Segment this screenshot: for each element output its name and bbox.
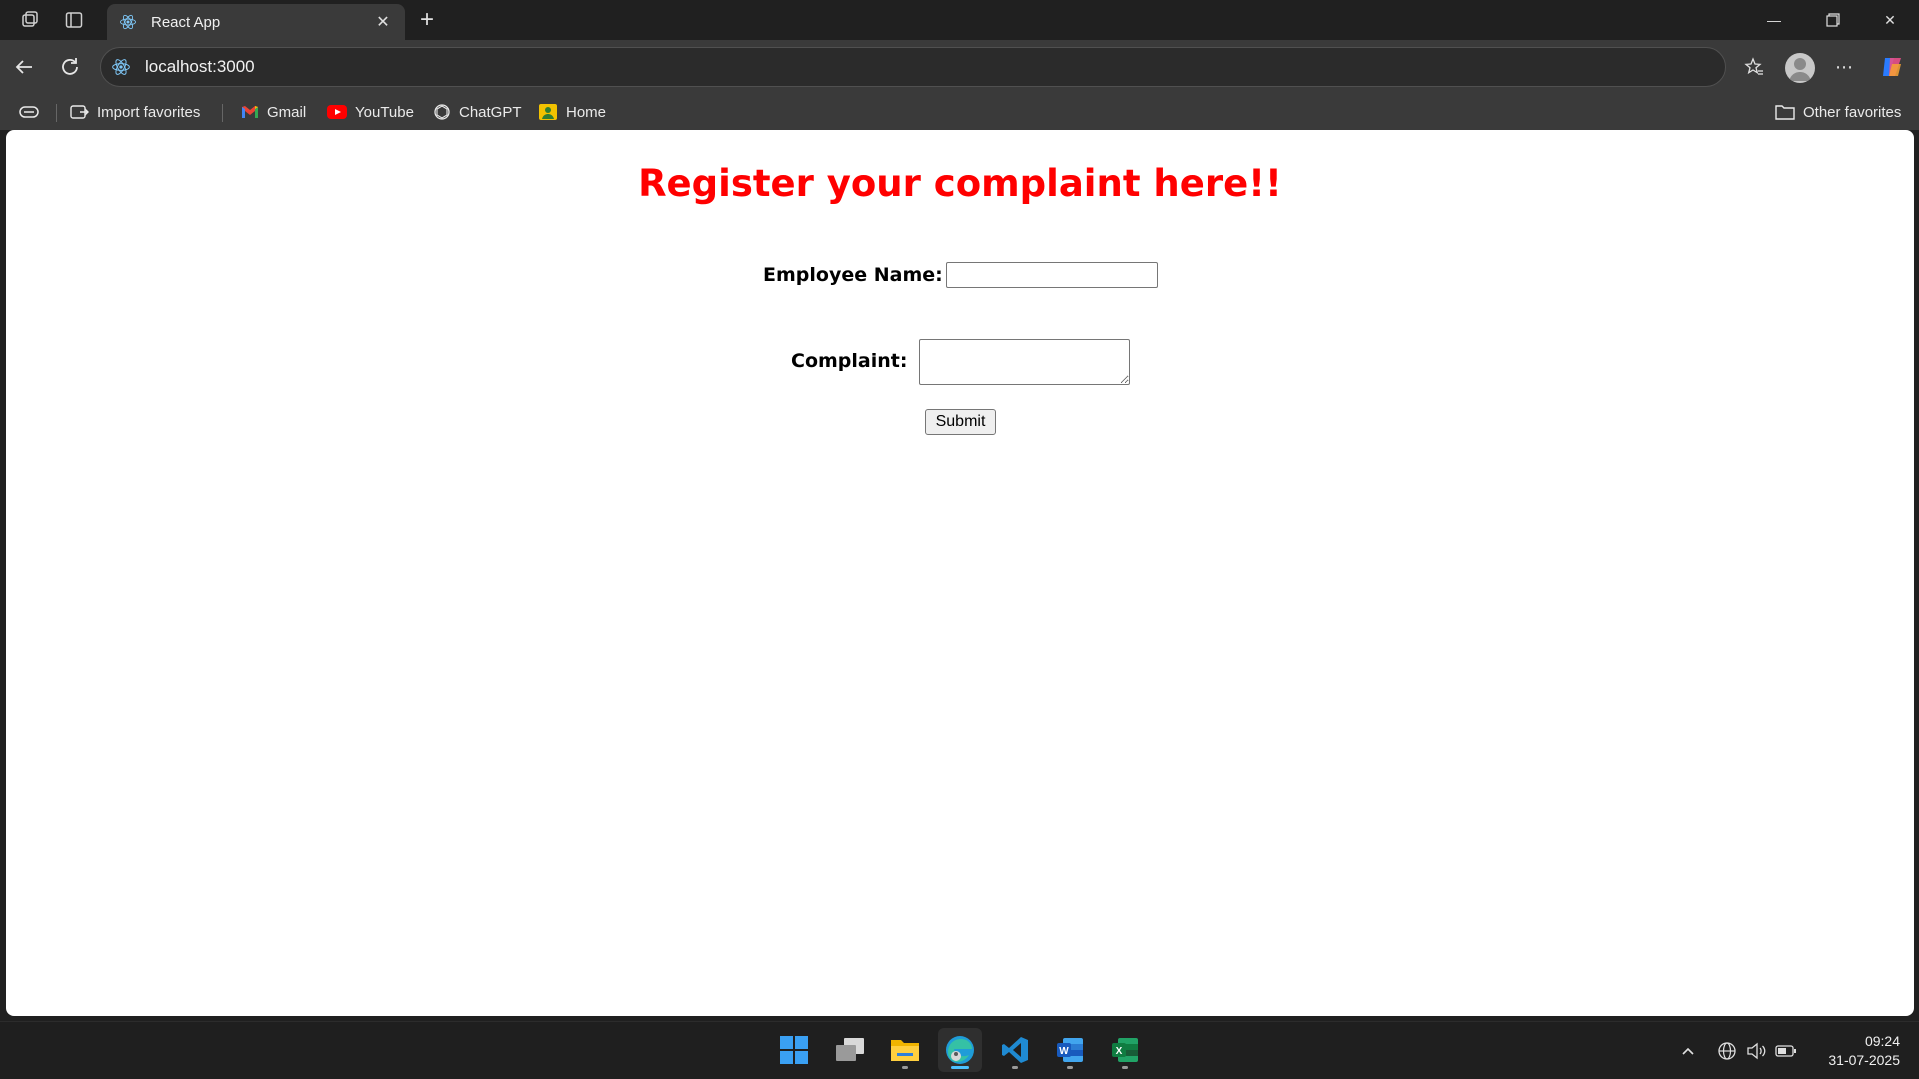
word-button[interactable]: W (1048, 1028, 1092, 1072)
favorite-chatgpt[interactable]: ChatGPT (433, 100, 522, 124)
complaint-textarea[interactable] (919, 339, 1130, 385)
favorite-label: ChatGPT (459, 103, 522, 121)
favorites-separator (56, 104, 57, 122)
clock-date: 31-07-2025 (1828, 1052, 1900, 1068)
profile-avatar[interactable] (1785, 53, 1815, 83)
vscode-button[interactable] (993, 1028, 1037, 1072)
close-window-button[interactable]: ✕ (1861, 0, 1919, 40)
battery-icon[interactable] (1775, 1040, 1797, 1062)
back-button[interactable] (8, 52, 40, 82)
favorite-label: Gmail (267, 103, 307, 121)
excel-button[interactable]: X (1103, 1028, 1147, 1072)
page-viewport: Register your complaint here!! Employee … (6, 130, 1914, 1016)
tab-react-app[interactable]: React App ✕ (107, 4, 405, 40)
favorite-label: Home (566, 103, 607, 121)
show-hidden-icons-chevron-up-icon[interactable] (1677, 1040, 1699, 1062)
active-indicator (951, 1066, 969, 1069)
employee-name-label: Employee Name: (763, 264, 943, 286)
edge-icon (946, 1036, 974, 1064)
more-options-icon[interactable]: ⋯ (1828, 52, 1860, 82)
submit-button[interactable]: Submit (925, 409, 996, 435)
favorite-home[interactable]: Home (538, 100, 606, 124)
site-info-icon[interactable] (111, 57, 131, 77)
svg-text:X: X (1116, 1046, 1123, 1057)
word-icon: W (1057, 1038, 1083, 1062)
edge-button[interactable] (938, 1028, 982, 1072)
tab-title: React App (151, 13, 221, 31)
new-tab-button[interactable]: + (413, 6, 441, 34)
browser-titlebar: React App ✕ + — ✕ (0, 0, 1919, 40)
address-bar[interactable]: localhost:3000 (100, 47, 1726, 87)
favorite-other-favorites[interactable]: Other favorites (1775, 100, 1901, 124)
workspaces-icon[interactable] (16, 8, 44, 32)
close-tab-icon[interactable]: ✕ (373, 12, 393, 32)
running-indicator (1067, 1066, 1073, 1069)
gmail-icon (242, 106, 258, 118)
windows-logo-icon (780, 1036, 808, 1064)
running-indicator (1012, 1066, 1018, 1069)
url-text: localhost:3000 (145, 57, 255, 76)
import-icon (70, 105, 89, 119)
clock-time: 09:24 (1864, 1033, 1900, 1049)
favorites-bar: Import favorites Gmail YouTube ChatGPT H… (0, 94, 1919, 130)
file-explorer-button[interactable] (883, 1028, 927, 1072)
taskbar-clock[interactable]: 09:24 31-07-2025 (1810, 1032, 1900, 1070)
task-view-icon (836, 1038, 864, 1061)
windows-taskbar: W X 09:24 31-07-2025 (0, 1021, 1919, 1079)
page-title: Register your complaint here!! (638, 162, 1282, 205)
favorite-gmail[interactable]: Gmail (241, 100, 306, 124)
favorites-separator (222, 104, 223, 122)
running-indicator (902, 1066, 908, 1069)
favorite-label: Other favorites (1803, 103, 1902, 121)
complaint-label: Complaint: (791, 350, 908, 372)
favorite-youtube[interactable]: YouTube (327, 100, 414, 124)
copilot-icon[interactable] (1876, 52, 1908, 82)
folder-icon (1775, 105, 1795, 120)
task-view-button[interactable] (828, 1028, 872, 1072)
refresh-button[interactable] (54, 52, 86, 82)
vertical-tabs-icon[interactable] (60, 8, 88, 32)
restore-button[interactable] (1804, 0, 1862, 40)
favorite-import-favorites[interactable]: Import favorites (69, 100, 200, 124)
folder-icon (891, 1040, 919, 1061)
home-icon (539, 104, 557, 120)
employee-name-input[interactable] (946, 262, 1158, 288)
browser-toolbar: localhost:3000 ⋯ (0, 40, 1919, 94)
youtube-icon (327, 105, 347, 119)
running-indicator (1122, 1066, 1128, 1069)
vscode-icon (1002, 1037, 1028, 1063)
react-icon (120, 14, 136, 30)
svg-text:W: W (1059, 1046, 1069, 1057)
minimize-button[interactable]: — (1745, 0, 1803, 40)
favorites-star-icon[interactable] (1738, 52, 1770, 82)
excel-icon: X (1112, 1038, 1138, 1062)
network-globe-icon[interactable] (1716, 1040, 1738, 1062)
start-button[interactable] (772, 1028, 816, 1072)
chatgpt-icon (434, 104, 450, 120)
favorite-label: Import favorites (97, 103, 201, 121)
reading-view-icon[interactable] (18, 100, 48, 124)
favorite-label: YouTube (355, 103, 414, 121)
volume-icon[interactable] (1745, 1040, 1767, 1062)
